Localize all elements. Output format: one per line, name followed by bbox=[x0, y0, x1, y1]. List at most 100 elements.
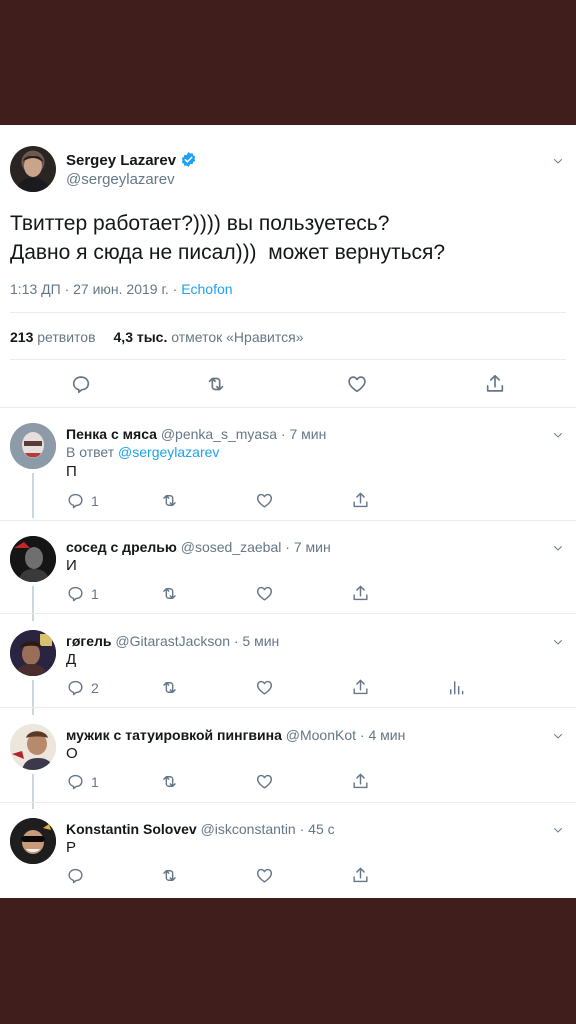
reply-text: П bbox=[66, 463, 77, 480]
reply-item[interactable]: мужик с татуировкой пингвина @MoonKot · … bbox=[0, 724, 576, 809]
chevron-down-icon[interactable] bbox=[552, 155, 564, 167]
divider bbox=[10, 312, 566, 313]
tweet-time[interactable]: 1:13 ДП · 27 июн. 2019 г. · bbox=[10, 281, 181, 297]
share-button[interactable] bbox=[351, 491, 370, 510]
thread-line bbox=[32, 774, 34, 809]
reply-icon bbox=[66, 678, 85, 697]
retweet-button[interactable] bbox=[160, 678, 179, 697]
thread-line bbox=[32, 586, 34, 621]
retweet-icon bbox=[160, 584, 179, 603]
retweet-button[interactable] bbox=[160, 491, 179, 510]
chevron-down-icon[interactable] bbox=[552, 730, 564, 742]
retweet-icon bbox=[160, 491, 179, 510]
reply-actions: 1 bbox=[66, 584, 506, 604]
divider bbox=[0, 802, 576, 803]
heart-icon bbox=[255, 584, 274, 603]
like-button[interactable] bbox=[255, 678, 274, 697]
divider bbox=[0, 520, 576, 521]
share-icon bbox=[351, 772, 370, 791]
main-avatar[interactable] bbox=[10, 146, 56, 192]
share-icon[interactable] bbox=[484, 373, 506, 395]
reply-actions: 1 bbox=[66, 772, 506, 792]
reply-button[interactable]: 2 bbox=[66, 678, 99, 697]
reply-avatar[interactable] bbox=[10, 818, 56, 864]
chevron-down-icon[interactable] bbox=[552, 824, 564, 836]
reply-item[interactable]: Konstantin Solovev @iskconstantin · 45 с… bbox=[0, 818, 576, 898]
heart-icon[interactable] bbox=[346, 373, 368, 395]
heart-icon bbox=[255, 772, 274, 791]
tweet-text: Твиттер работает?)))) вы пользуетесь? Да… bbox=[10, 212, 446, 264]
main-tweet-actions bbox=[0, 373, 576, 397]
divider bbox=[0, 613, 576, 614]
reply-text: О bbox=[66, 745, 78, 762]
reply-text: Р bbox=[66, 839, 77, 856]
retweet-icon bbox=[160, 772, 179, 791]
retweet-icon bbox=[160, 866, 179, 885]
heart-icon bbox=[255, 491, 274, 510]
reply-header: сосед с дрелью @sosed_zaebal · 7 мин bbox=[66, 539, 331, 555]
thread-line bbox=[32, 680, 34, 715]
reply-avatar[interactable] bbox=[10, 536, 56, 582]
reply-icon bbox=[66, 772, 85, 791]
analytics-icon bbox=[446, 678, 465, 697]
heart-icon bbox=[255, 866, 274, 885]
main-author-handle[interactable]: @sergeylazarev bbox=[66, 171, 175, 188]
retweet-button[interactable] bbox=[160, 772, 179, 791]
reply-avatar[interactable] bbox=[10, 423, 56, 469]
chevron-down-icon[interactable] bbox=[552, 429, 564, 441]
share-icon bbox=[351, 678, 370, 697]
share-button[interactable] bbox=[351, 678, 370, 697]
reply-icon bbox=[66, 491, 85, 510]
share-button[interactable] bbox=[351, 584, 370, 603]
tweet-stats: 213 ретвитов 4,3 тыс. отметок «Нравится» bbox=[10, 329, 304, 345]
share-icon bbox=[351, 866, 370, 885]
in-reply-to: В ответ @sergeylazarev bbox=[66, 444, 220, 460]
analytics-button[interactable] bbox=[446, 678, 465, 697]
reply-header: мужик с татуировкой пингвина @MoonKot · … bbox=[66, 727, 406, 743]
share-icon bbox=[351, 491, 370, 510]
reply-header: гøгель @GitarastJackson · 5 мин bbox=[66, 633, 280, 649]
retweet-button[interactable] bbox=[160, 866, 179, 885]
chevron-down-icon[interactable] bbox=[552, 636, 564, 648]
retweet-icon bbox=[160, 678, 179, 697]
like-button[interactable] bbox=[255, 491, 274, 510]
reply-button[interactable]: 1 bbox=[66, 584, 99, 603]
reply-avatar[interactable] bbox=[10, 724, 56, 770]
likes-stat[interactable]: 4,3 тыс. отметок «Нравится» bbox=[114, 329, 304, 345]
main-author-name[interactable]: Sergey Lazarev bbox=[66, 151, 197, 172]
retweet-button[interactable] bbox=[160, 584, 179, 603]
share-button[interactable] bbox=[351, 772, 370, 791]
tweet-meta: 1:13 ДП · 27 июн. 2019 г. · Echofon bbox=[10, 281, 233, 297]
retweet-icon[interactable] bbox=[205, 373, 227, 395]
reply-avatar[interactable] bbox=[10, 630, 56, 676]
chevron-down-icon[interactable] bbox=[552, 542, 564, 554]
tweet-source[interactable]: Echofon bbox=[181, 281, 232, 297]
heart-icon bbox=[255, 678, 274, 697]
share-button[interactable] bbox=[351, 866, 370, 885]
reply-actions: 2 bbox=[66, 678, 506, 698]
reply-icon bbox=[66, 584, 85, 603]
reply-header: Konstantin Solovev @iskconstantin · 45 с bbox=[66, 821, 335, 837]
reply-actions: 1 bbox=[66, 491, 506, 511]
like-button[interactable] bbox=[255, 772, 274, 791]
verified-badge-icon bbox=[180, 151, 197, 172]
reply-icon[interactable] bbox=[70, 373, 92, 395]
like-button[interactable] bbox=[255, 866, 274, 885]
reply-button[interactable] bbox=[66, 866, 91, 885]
reply-text: Д bbox=[66, 651, 77, 668]
reply-button[interactable]: 1 bbox=[66, 491, 99, 510]
reply-button[interactable]: 1 bbox=[66, 772, 99, 791]
like-button[interactable] bbox=[255, 584, 274, 603]
divider bbox=[0, 707, 576, 708]
divider bbox=[10, 359, 566, 360]
reply-item[interactable]: гøгель @GitarastJackson · 5 мин Д 2 bbox=[0, 630, 576, 715]
share-icon bbox=[351, 584, 370, 603]
thread-line bbox=[32, 473, 34, 518]
reply-item[interactable]: Пенка с мяса @penka_s_myasa · 7 мин В от… bbox=[0, 423, 576, 518]
reply-text: И bbox=[66, 557, 77, 574]
retweets-stat[interactable]: 213 ретвитов bbox=[10, 329, 96, 345]
divider bbox=[0, 407, 576, 408]
reply-actions bbox=[66, 866, 506, 886]
reply-icon bbox=[66, 866, 85, 885]
reply-item[interactable]: сосед с дрелью @sosed_zaebal · 7 мин И 1 bbox=[0, 536, 576, 621]
